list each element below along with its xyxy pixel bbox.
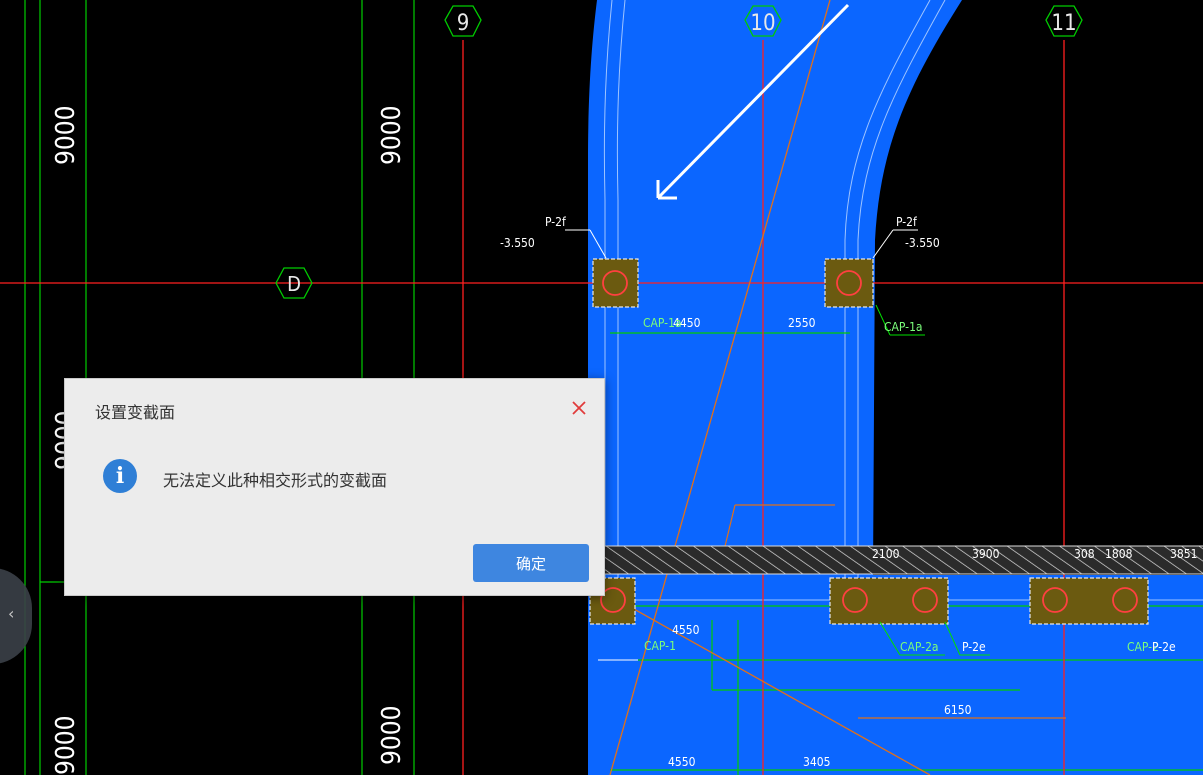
dimension-label: 3900 — [972, 547, 1000, 561]
confirm-button[interactable]: 确定 — [473, 544, 589, 582]
spacing-label: 9000 — [51, 715, 81, 775]
dimension-label: 6150 — [944, 703, 972, 717]
dimension-label: 4550 — [668, 755, 696, 769]
spacing-label: 9000 — [377, 705, 407, 765]
elevation-label: -3.550 — [905, 236, 940, 250]
dialog-title: 设置变截面 — [95, 403, 176, 422]
cad-workspace[interactable]: 9 10 11 D 9000 9000 9000 9000 9000 P-2f … — [0, 0, 1203, 775]
close-icon[interactable] — [568, 397, 590, 419]
axis-label-9: 9 — [457, 11, 470, 36]
axis-label-d: D — [287, 272, 301, 296]
pile-label: P-2e — [1152, 640, 1176, 654]
cap-label: CAP-1a — [643, 316, 682, 330]
dimension-label: 3851 — [1170, 547, 1197, 561]
dimension-label: 1808 — [1105, 547, 1133, 561]
spacing-label: 9000 — [51, 105, 81, 165]
cap-label: CAP-1a — [884, 320, 923, 334]
error-dialog: 设置变截面 i 无法定义此种相交形式的变截面 确定 — [64, 378, 605, 596]
spacing-label: 9000 — [377, 105, 407, 165]
pile-label: P-2f — [896, 215, 918, 229]
dialog-message: 无法定义此种相交形式的变截面 — [163, 471, 388, 490]
cap-label: CAP-2a — [900, 640, 939, 654]
dimension-label: 2100 — [872, 547, 900, 561]
pile-label: P-2f — [545, 215, 567, 229]
dimension-label: 2550 — [788, 316, 816, 330]
dimension-label: 3405 — [803, 755, 830, 769]
info-icon: i — [103, 459, 137, 493]
chevron-left-icon: ‹ — [8, 604, 15, 623]
axis-label-10: 10 — [750, 11, 775, 36]
dimension-label: 308 — [1074, 547, 1095, 561]
elevation-label: -3.550 — [500, 236, 535, 250]
cap-label: CAP-1 — [644, 639, 676, 653]
axis-label-11: 11 — [1051, 11, 1076, 36]
dimension-label: 4550 — [672, 623, 700, 637]
pile-label: P-2e — [962, 640, 986, 654]
